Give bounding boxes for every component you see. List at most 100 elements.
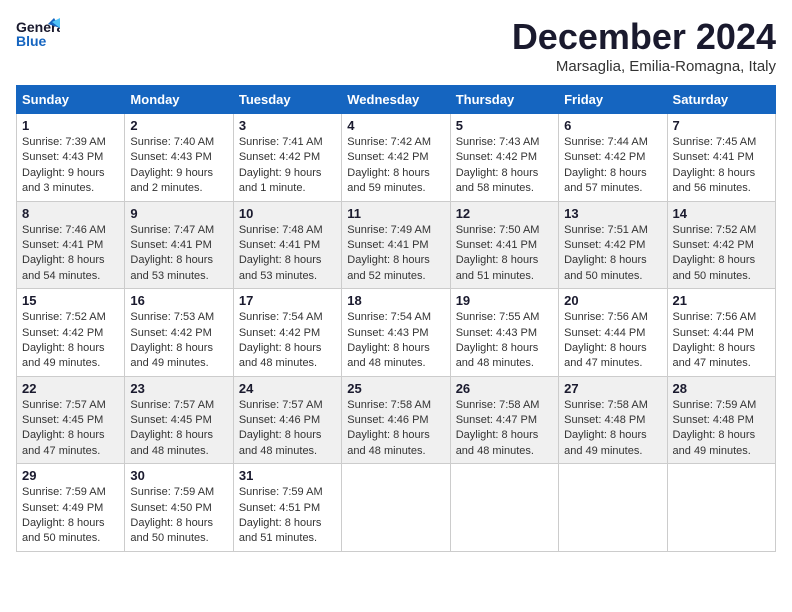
table-row: 29 Sunrise: 7:59 AM Sunset: 4:49 PM Dayl… xyxy=(17,464,125,552)
sunrise-label: Sunrise: 7:57 AM xyxy=(239,399,323,411)
table-row: 1 Sunrise: 7:39 AM Sunset: 4:43 PM Dayli… xyxy=(17,114,125,202)
sunrise-label: Sunrise: 7:42 AM xyxy=(347,136,431,148)
day-number: 5 xyxy=(456,118,553,133)
daylight-label: Daylight: 8 hours and 48 minutes. xyxy=(456,342,539,369)
day-info: Sunrise: 7:57 AM Sunset: 4:45 PM Dayligh… xyxy=(22,398,119,460)
sunrise-label: Sunrise: 7:56 AM xyxy=(673,311,757,323)
day-number: 16 xyxy=(130,293,227,308)
day-number: 9 xyxy=(130,206,227,221)
sunset-label: Sunset: 4:42 PM xyxy=(239,151,320,163)
day-info: Sunrise: 7:58 AM Sunset: 4:48 PM Dayligh… xyxy=(564,398,661,460)
header-thursday: Thursday xyxy=(450,86,558,114)
sunset-label: Sunset: 4:41 PM xyxy=(130,239,211,251)
header-wednesday: Wednesday xyxy=(342,86,450,114)
table-row xyxy=(667,464,775,552)
sunset-label: Sunset: 4:42 PM xyxy=(564,151,645,163)
table-row: 23 Sunrise: 7:57 AM Sunset: 4:45 PM Dayl… xyxy=(125,376,233,464)
daylight-label: Daylight: 8 hours and 49 minutes. xyxy=(673,429,756,456)
day-number: 28 xyxy=(673,381,770,396)
day-number: 8 xyxy=(22,206,119,221)
daylight-label: Daylight: 8 hours and 59 minutes. xyxy=(347,167,430,194)
table-row: 17 Sunrise: 7:54 AM Sunset: 4:42 PM Dayl… xyxy=(233,289,341,377)
daylight-label: Daylight: 8 hours and 48 minutes. xyxy=(239,342,322,369)
sunrise-label: Sunrise: 7:52 AM xyxy=(22,311,106,323)
sunset-label: Sunset: 4:50 PM xyxy=(130,502,211,514)
daylight-label: Daylight: 8 hours and 50 minutes. xyxy=(130,517,213,544)
sunrise-label: Sunrise: 7:57 AM xyxy=(130,399,214,411)
sunset-label: Sunset: 4:45 PM xyxy=(130,414,211,426)
sunset-label: Sunset: 4:42 PM xyxy=(564,239,645,251)
day-info: Sunrise: 7:56 AM Sunset: 4:44 PM Dayligh… xyxy=(564,310,661,372)
day-info: Sunrise: 7:58 AM Sunset: 4:46 PM Dayligh… xyxy=(347,398,444,460)
day-number: 6 xyxy=(564,118,661,133)
table-row: 27 Sunrise: 7:58 AM Sunset: 4:48 PM Dayl… xyxy=(559,376,667,464)
day-info: Sunrise: 7:42 AM Sunset: 4:42 PM Dayligh… xyxy=(347,135,444,197)
daylight-label: Daylight: 8 hours and 48 minutes. xyxy=(347,342,430,369)
day-number: 30 xyxy=(130,468,227,483)
sunrise-label: Sunrise: 7:54 AM xyxy=(347,311,431,323)
sunrise-label: Sunrise: 7:44 AM xyxy=(564,136,648,148)
sunrise-label: Sunrise: 7:39 AM xyxy=(22,136,106,148)
sunrise-label: Sunrise: 7:53 AM xyxy=(130,311,214,323)
table-row: 5 Sunrise: 7:43 AM Sunset: 4:42 PM Dayli… xyxy=(450,114,558,202)
sunset-label: Sunset: 4:45 PM xyxy=(22,414,103,426)
sunset-label: Sunset: 4:44 PM xyxy=(673,327,754,339)
daylight-label: Daylight: 8 hours and 47 minutes. xyxy=(673,342,756,369)
day-number: 25 xyxy=(347,381,444,396)
day-number: 27 xyxy=(564,381,661,396)
table-row: 31 Sunrise: 7:59 AM Sunset: 4:51 PM Dayl… xyxy=(233,464,341,552)
table-row: 22 Sunrise: 7:57 AM Sunset: 4:45 PM Dayl… xyxy=(17,376,125,464)
daylight-label: Daylight: 9 hours and 2 minutes. xyxy=(130,167,213,194)
sunrise-label: Sunrise: 7:52 AM xyxy=(673,224,757,236)
sunrise-label: Sunrise: 7:57 AM xyxy=(22,399,106,411)
day-number: 15 xyxy=(22,293,119,308)
sunset-label: Sunset: 4:43 PM xyxy=(130,151,211,163)
day-info: Sunrise: 7:41 AM Sunset: 4:42 PM Dayligh… xyxy=(239,135,336,197)
day-info: Sunrise: 7:40 AM Sunset: 4:43 PM Dayligh… xyxy=(130,135,227,197)
day-info: Sunrise: 7:59 AM Sunset: 4:48 PM Dayligh… xyxy=(673,398,770,460)
table-row: 16 Sunrise: 7:53 AM Sunset: 4:42 PM Dayl… xyxy=(125,289,233,377)
day-info: Sunrise: 7:52 AM Sunset: 4:42 PM Dayligh… xyxy=(22,310,119,372)
sunrise-label: Sunrise: 7:59 AM xyxy=(130,486,214,498)
table-row: 25 Sunrise: 7:58 AM Sunset: 4:46 PM Dayl… xyxy=(342,376,450,464)
sunset-label: Sunset: 4:42 PM xyxy=(456,151,537,163)
daylight-label: Daylight: 9 hours and 3 minutes. xyxy=(22,167,105,194)
day-info: Sunrise: 7:57 AM Sunset: 4:46 PM Dayligh… xyxy=(239,398,336,460)
day-number: 22 xyxy=(22,381,119,396)
calendar-week-row: 29 Sunrise: 7:59 AM Sunset: 4:49 PM Dayl… xyxy=(17,464,776,552)
header-monday: Monday xyxy=(125,86,233,114)
table-row xyxy=(559,464,667,552)
daylight-label: Daylight: 8 hours and 57 minutes. xyxy=(564,167,647,194)
table-row: 24 Sunrise: 7:57 AM Sunset: 4:46 PM Dayl… xyxy=(233,376,341,464)
day-info: Sunrise: 7:54 AM Sunset: 4:42 PM Dayligh… xyxy=(239,310,336,372)
calendar-week-row: 8 Sunrise: 7:46 AM Sunset: 4:41 PM Dayli… xyxy=(17,201,776,289)
day-number: 12 xyxy=(456,206,553,221)
day-info: Sunrise: 7:43 AM Sunset: 4:42 PM Dayligh… xyxy=(456,135,553,197)
table-row: 2 Sunrise: 7:40 AM Sunset: 4:43 PM Dayli… xyxy=(125,114,233,202)
table-row: 11 Sunrise: 7:49 AM Sunset: 4:41 PM Dayl… xyxy=(342,201,450,289)
sunset-label: Sunset: 4:43 PM xyxy=(456,327,537,339)
day-number: 4 xyxy=(347,118,444,133)
table-row: 7 Sunrise: 7:45 AM Sunset: 4:41 PM Dayli… xyxy=(667,114,775,202)
day-number: 31 xyxy=(239,468,336,483)
sunset-label: Sunset: 4:47 PM xyxy=(456,414,537,426)
day-info: Sunrise: 7:59 AM Sunset: 4:50 PM Dayligh… xyxy=(130,485,227,547)
table-row: 20 Sunrise: 7:56 AM Sunset: 4:44 PM Dayl… xyxy=(559,289,667,377)
sunrise-label: Sunrise: 7:58 AM xyxy=(347,399,431,411)
daylight-label: Daylight: 8 hours and 50 minutes. xyxy=(22,517,105,544)
day-number: 13 xyxy=(564,206,661,221)
day-info: Sunrise: 7:47 AM Sunset: 4:41 PM Dayligh… xyxy=(130,223,227,285)
calendar-week-row: 22 Sunrise: 7:57 AM Sunset: 4:45 PM Dayl… xyxy=(17,376,776,464)
daylight-label: Daylight: 8 hours and 48 minutes. xyxy=(130,429,213,456)
day-number: 1 xyxy=(22,118,119,133)
sunrise-label: Sunrise: 7:55 AM xyxy=(456,311,540,323)
day-info: Sunrise: 7:54 AM Sunset: 4:43 PM Dayligh… xyxy=(347,310,444,372)
sunrise-label: Sunrise: 7:54 AM xyxy=(239,311,323,323)
table-row: 4 Sunrise: 7:42 AM Sunset: 4:42 PM Dayli… xyxy=(342,114,450,202)
header-saturday: Saturday xyxy=(667,86,775,114)
sunset-label: Sunset: 4:42 PM xyxy=(130,327,211,339)
day-info: Sunrise: 7:55 AM Sunset: 4:43 PM Dayligh… xyxy=(456,310,553,372)
sunset-label: Sunset: 4:51 PM xyxy=(239,502,320,514)
day-info: Sunrise: 7:51 AM Sunset: 4:42 PM Dayligh… xyxy=(564,223,661,285)
calendar-week-row: 15 Sunrise: 7:52 AM Sunset: 4:42 PM Dayl… xyxy=(17,289,776,377)
